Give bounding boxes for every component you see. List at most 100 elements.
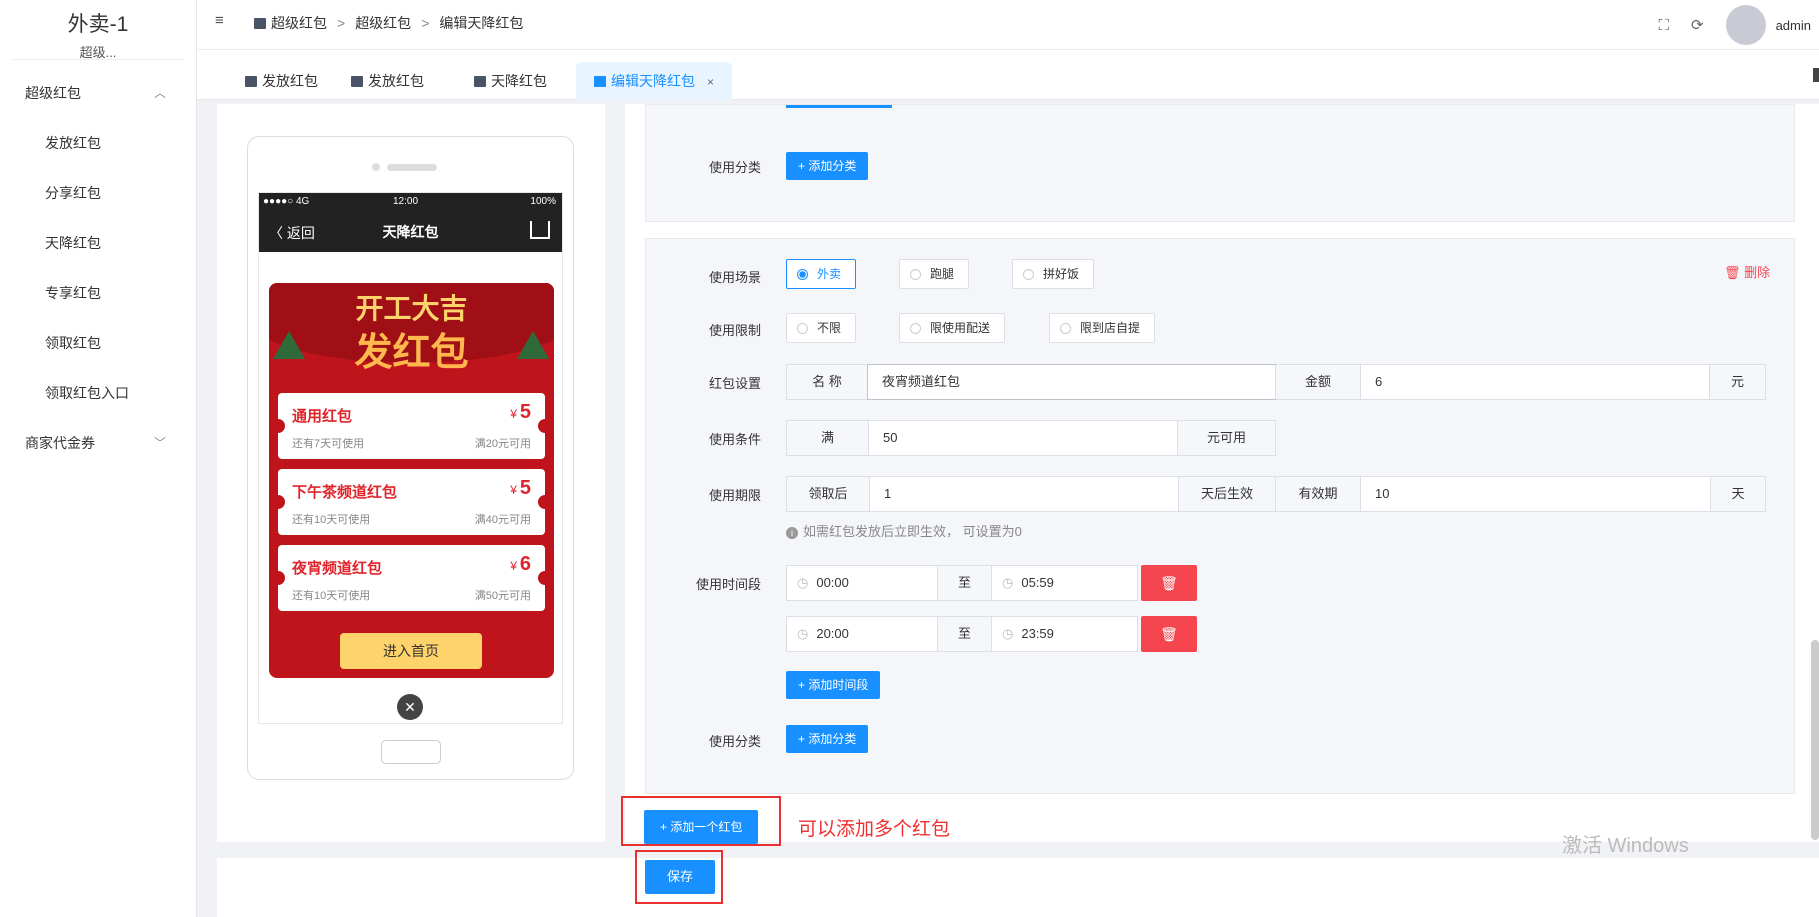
add-category-button[interactable]: + 添加分类 bbox=[786, 725, 869, 753]
breadcrumb: 超级红包 > 超级红包 > 编辑天降红包 bbox=[254, 13, 523, 33]
radio-limit-none[interactable]: 不限 bbox=[786, 313, 857, 343]
avatar[interactable] bbox=[1725, 5, 1766, 45]
breadcrumb-separator: > bbox=[421, 15, 430, 31]
trash-icon: 🗑 bbox=[1160, 626, 1178, 642]
clock-icon: ◷ bbox=[797, 626, 809, 641]
phone-navbar: 〈 返回 天降红包 bbox=[259, 211, 562, 252]
tab-issue-1[interactable]: 发放红包 bbox=[227, 62, 336, 100]
annotation-note: 可以添加多个红包 bbox=[798, 819, 951, 840]
tab-issue-2[interactable]: 发放红包 bbox=[333, 62, 442, 100]
delete-time-button[interactable]: 🗑 bbox=[1141, 565, 1197, 601]
windows-watermark: 激活 Windows bbox=[1562, 835, 1689, 857]
brand-title: 外卖-1 bbox=[67, 13, 129, 36]
add-packet-button[interactable]: + 添加一个红包 bbox=[644, 810, 759, 844]
name-input[interactable]: 夜宵频道红包 bbox=[867, 364, 1276, 400]
add-time-button[interactable]: + 添加时间段 bbox=[786, 671, 881, 699]
box-icon bbox=[474, 76, 486, 87]
radio-scene-group[interactable]: 拼好饭 bbox=[1012, 259, 1095, 289]
active-indicator bbox=[786, 105, 892, 108]
envelope-headline-2: 发红包 bbox=[354, 329, 469, 374]
label-scene: 使用场景 bbox=[708, 270, 761, 285]
phone-screen: ●●●●○ 4G 12:00 100% 〈 返回 天降红包 开工大吉 发红包 通… bbox=[258, 192, 563, 724]
clock-icon: ◷ bbox=[797, 575, 809, 590]
label-period: 使用期限 bbox=[708, 488, 761, 503]
enter-home-button: 进入首页 bbox=[340, 633, 482, 669]
info-icon: i bbox=[786, 527, 798, 539]
more-icon[interactable] bbox=[1813, 68, 1819, 82]
condition-input-group: 满 50 元可用 bbox=[786, 420, 1276, 456]
delete-time-button[interactable]: 🗑 bbox=[1141, 616, 1197, 652]
sidebar-item-share[interactable]: 分享红包 bbox=[0, 168, 196, 218]
chevron-up-icon: ︿ bbox=[153, 86, 166, 100]
condition-input[interactable]: 50 bbox=[869, 421, 1177, 455]
red-envelope: 开工大吉 发红包 通用红包 ¥5 还有7天可使用 满20元可用 下午茶频道红包 … bbox=[269, 283, 554, 678]
breadcrumb-item[interactable]: 超级红包 bbox=[254, 13, 327, 33]
brand-subtitle: 超级... bbox=[79, 45, 117, 60]
label-time: 使用时间段 bbox=[695, 577, 761, 592]
menu-fold-icon[interactable]: ≡ bbox=[215, 12, 224, 29]
period-input-group: 领取后 1 天后生效 有效期 10 天 bbox=[786, 476, 1766, 512]
box-icon bbox=[245, 76, 257, 87]
sidebar-item-sky[interactable]: 天降红包 bbox=[0, 218, 196, 268]
fullscreen-icon[interactable]: ⛶ bbox=[1658, 17, 1669, 34]
amount-input[interactable]: 6 bbox=[1360, 365, 1709, 399]
radio-scene-takeout[interactable]: 外卖 bbox=[786, 259, 857, 289]
valid-input[interactable]: 10 bbox=[1360, 477, 1710, 511]
brand: 外卖-1 超级... bbox=[12, 0, 184, 60]
time-range-1[interactable]: ◷ 00:00 至 ◷ 05:59 bbox=[786, 565, 1138, 601]
camera-icon bbox=[372, 163, 380, 171]
coupon-card: 夜宵频道红包 ¥6 还有10天可使用 满50元可用 bbox=[271, 545, 552, 611]
username[interactable]: admin bbox=[1776, 18, 1811, 33]
period-input[interactable]: 1 bbox=[870, 477, 1178, 511]
label-category: 使用分类 bbox=[708, 160, 761, 175]
menu-group-label: 商家代金券 bbox=[25, 435, 95, 451]
save-button[interactable]: 保存 bbox=[645, 860, 716, 894]
clock-icon: ◷ bbox=[1002, 575, 1014, 590]
menu-group-voucher[interactable]: 商家代金券 ﹀ bbox=[0, 418, 196, 468]
scrollbar[interactable] bbox=[1811, 640, 1819, 840]
packet-section-2: 🗑 删除 使用场景 外卖 跑腿 拼好饭 使用限制 不限 限使用配送 限到店自提 … bbox=[645, 238, 1795, 794]
tab-bar: 发放红包 发放红包 天降红包 编辑天降红包 × bbox=[197, 50, 1819, 100]
preview-panel: ●●●●○ 4G 12:00 100% 〈 返回 天降红包 开工大吉 发红包 通… bbox=[217, 104, 605, 842]
form-area: 使用分类 + 添加分类 🗑 删除 使用场景 外卖 跑腿 拼好饭 使用限制 不限 … bbox=[621, 104, 1819, 846]
header: ≡ 超级红包 > 超级红包 > 编辑天降红包 ⛶ ⟳ admin bbox=[197, 0, 1819, 50]
label-category: 使用分类 bbox=[708, 734, 761, 749]
save-bar: 保存 bbox=[217, 850, 1819, 917]
sidebar: 外卖-1 超级... 超级红包 ︿ 发放红包 分享红包 天降红包 专享红包 领取… bbox=[0, 0, 197, 917]
box-icon bbox=[351, 76, 363, 87]
close-icon[interactable]: × bbox=[707, 75, 714, 89]
sidebar-item-receive-entry[interactable]: 领取红包入口 bbox=[0, 368, 196, 418]
tab-sky[interactable]: 天降红包 bbox=[456, 62, 565, 100]
add-category-button[interactable]: + 添加分类 bbox=[786, 152, 869, 180]
menu-group-super-packet[interactable]: 超级红包 ︿ bbox=[0, 68, 196, 118]
label-setting: 红包设置 bbox=[708, 376, 761, 391]
phone-title: 天降红包 bbox=[382, 224, 439, 240]
label-limit: 使用限制 bbox=[708, 323, 761, 338]
home-button bbox=[381, 740, 441, 764]
coupon-card: 下午茶频道红包 ¥5 还有10天可使用 满40元可用 bbox=[271, 469, 552, 535]
tab-edit-sky[interactable]: 编辑天降红包 × bbox=[576, 62, 733, 100]
sidebar-item-issue[interactable]: 发放红包 bbox=[0, 118, 196, 168]
radio-limit-delivery[interactable]: 限使用配送 bbox=[899, 313, 1006, 343]
box-icon bbox=[594, 76, 606, 87]
radio-limit-pickup[interactable]: 限到店自提 bbox=[1049, 313, 1156, 343]
label-condition: 使用条件 bbox=[708, 432, 761, 447]
menu-group-label: 超级红包 bbox=[25, 85, 81, 101]
breadcrumb-item[interactable]: 超级红包 bbox=[355, 13, 411, 33]
close-icon: ✕ bbox=[397, 694, 423, 720]
breadcrumb-separator: > bbox=[337, 15, 346, 31]
sidebar-item-exclusive[interactable]: 专享红包 bbox=[0, 268, 196, 318]
time-range-2[interactable]: ◷ 20:00 至 ◷ 23:59 bbox=[786, 616, 1138, 652]
refresh-icon[interactable]: ⟳ bbox=[1691, 16, 1704, 34]
delete-link[interactable]: 🗑 删除 bbox=[1724, 262, 1770, 281]
radio-scene-errand[interactable]: 跑腿 bbox=[899, 259, 970, 289]
sidebar-item-receive[interactable]: 领取红包 bbox=[0, 318, 196, 368]
box-icon bbox=[254, 18, 266, 29]
clock-icon: ◷ bbox=[1002, 626, 1014, 641]
chevron-down-icon: ﹀ bbox=[153, 436, 166, 450]
coupon-card: 通用红包 ¥5 还有7天可使用 满20元可用 bbox=[271, 393, 552, 459]
setting-input-group: 名 称 夜宵频道红包 金额 6 元 bbox=[786, 364, 1766, 400]
period-hint: i 如需红包发放后立即生效， 可设置为0 bbox=[786, 521, 1022, 540]
packet-section-1: 使用分类 + 添加分类 bbox=[645, 104, 1795, 222]
trash-icon: 🗑 bbox=[1724, 265, 1745, 280]
